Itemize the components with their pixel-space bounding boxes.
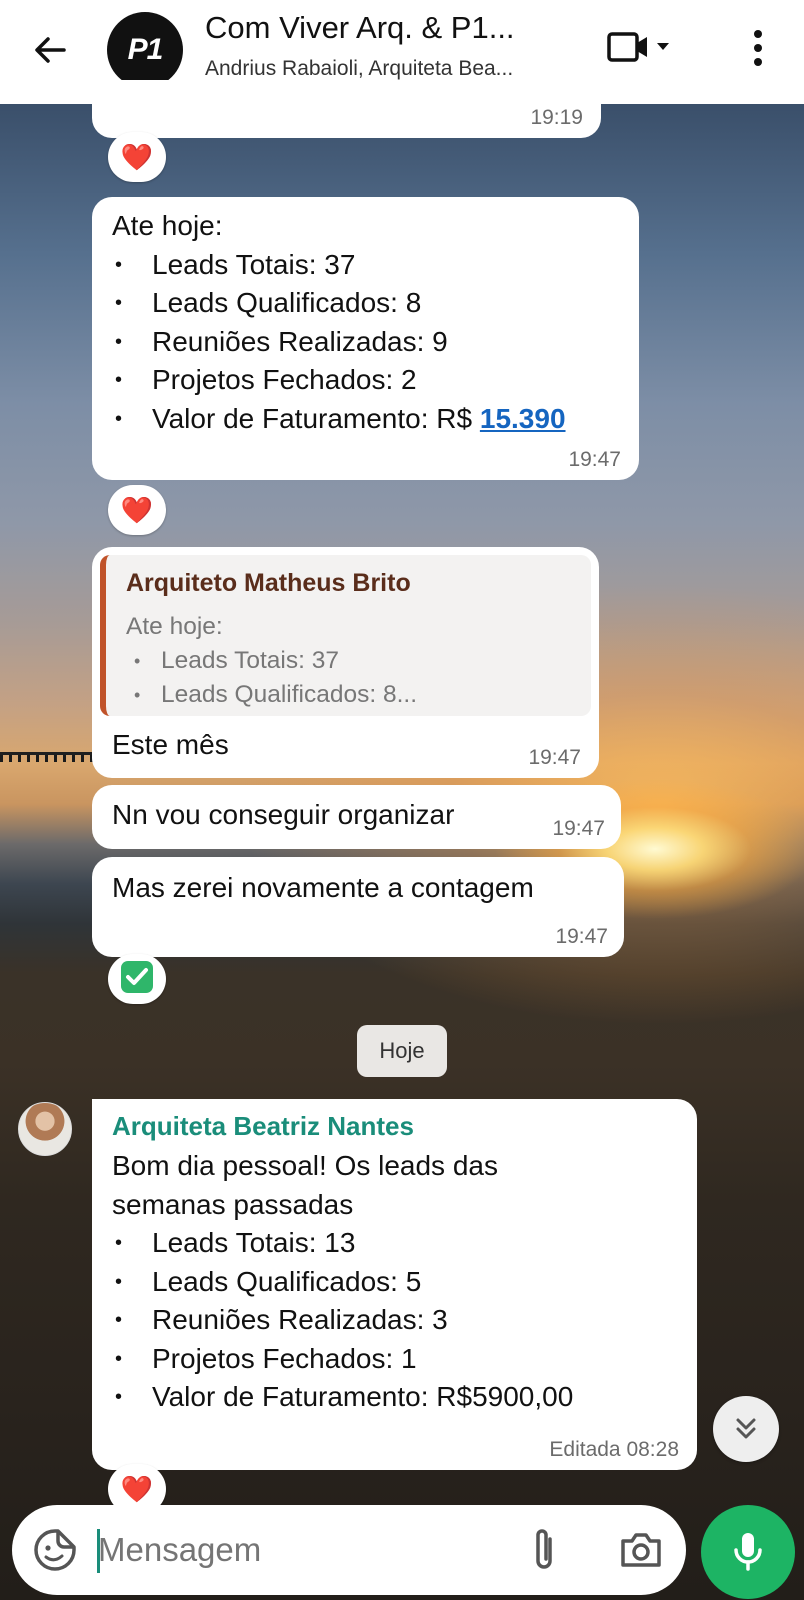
message-time: Editada 08:28 (549, 1438, 679, 1461)
list-item: Leads Qualificados: 8 (112, 284, 619, 323)
quoted-list-item: Leads Totais: 37 (126, 644, 591, 678)
list-item: Reuniões Realizadas: 3 (112, 1301, 677, 1340)
message-bubble[interactable]: Nn vou conseguir organizar 19:47 (92, 785, 621, 849)
quoted-text: Ate hoje: Leads Totais: 37 Leads Qualifi… (126, 610, 591, 712)
double-chevron-down-icon (736, 1418, 756, 1439)
message-reaction[interactable] (108, 954, 166, 1004)
more-options-icon[interactable] (744, 26, 772, 70)
camera-icon[interactable] (618, 1527, 664, 1573)
day-separator: Hoje (357, 1025, 447, 1077)
microphone-icon (734, 1533, 762, 1571)
group-avatar-logo: P1 (127, 33, 164, 66)
message-time: 19:19 (530, 106, 583, 129)
quoted-author: Arquiteto Matheus Brito (126, 569, 411, 597)
message-bubble[interactable]: Arquiteto Matheus Brito Ate hoje: Leads … (92, 547, 599, 778)
message-list: Leads Totais: 13 Leads Qualificados: 5 R… (112, 1224, 677, 1417)
message-bubble[interactable]: 19:19 (92, 80, 601, 138)
message-time: 19:47 (552, 817, 605, 840)
message-bubble[interactable]: Ate hoje: Leads Totais: 37 Leads Qualifi… (92, 197, 639, 480)
paperclip-icon[interactable] (524, 1525, 564, 1575)
microphone-button[interactable] (701, 1505, 795, 1599)
quoted-list-item: Leads Qualificados: 8... (126, 678, 591, 712)
message-text: Bom dia pessoal! Os leads das (112, 1150, 498, 1181)
back-arrow-icon[interactable] (28, 28, 72, 72)
quoted-list: Leads Totais: 37 Leads Qualificados: 8..… (126, 644, 591, 712)
chat-subtitle[interactable]: Andrius Rabaioli, Arquiteta Bea... (205, 57, 575, 81)
message-text: Este mês (112, 729, 229, 760)
message-text: Mas zerei novamente a contagem (112, 872, 534, 903)
check-mark-icon (120, 960, 154, 999)
list-item: Valor de Faturamento: R$5900,00 (112, 1378, 677, 1417)
video-call-button[interactable] (606, 28, 686, 68)
message-time: 19:47 (568, 448, 621, 471)
sender-name[interactable]: Arquiteta Beatriz Nantes (112, 1109, 677, 1143)
message-reaction[interactable]: ❤️ (108, 485, 166, 535)
message-bubble[interactable]: Mas zerei novamente a contagem 19:47 (92, 857, 624, 957)
sticker-icon[interactable] (32, 1527, 78, 1573)
quoted-message[interactable]: Arquiteto Matheus Brito Ate hoje: Leads … (100, 555, 591, 716)
list-item-text: Valor de Faturamento: R$ (152, 402, 480, 434)
message-text: semanas passadas (112, 1188, 354, 1220)
heart-icon: ❤️ (120, 1473, 154, 1504)
scroll-to-bottom-button[interactable] (713, 1396, 779, 1462)
sender-avatar[interactable] (18, 1102, 72, 1156)
heart-icon: ❤️ (120, 494, 154, 525)
message-time: 19:47 (555, 925, 608, 948)
chat-title[interactable]: Com Viver Arq. & P1... (205, 10, 565, 46)
group-avatar[interactable]: P1 (107, 12, 183, 88)
list-item: Leads Totais: 37 (112, 246, 619, 285)
heart-icon: ❤️ (120, 141, 154, 172)
phone-number-link[interactable]: 15.390 (480, 403, 566, 434)
quoted-intro: Ate hoje: (126, 613, 223, 640)
message-input[interactable] (98, 1521, 478, 1579)
video-camera-icon (607, 32, 669, 62)
message-list: Leads Totais: 37 Leads Qualificados: 8 R… (112, 246, 619, 439)
list-item: Projetos Fechados: 2 (112, 361, 619, 400)
list-item: Valor de Faturamento: R$ 15.390 (112, 400, 619, 439)
message-input-bar (12, 1505, 686, 1595)
message-bubble-incoming[interactable]: Arquiteta Beatriz Nantes Bom dia pessoal… (92, 1099, 697, 1470)
list-item: Leads Qualificados: 5 (112, 1263, 677, 1302)
list-item: Projetos Fechados: 1 (112, 1340, 677, 1379)
list-item: Leads Totais: 13 (112, 1224, 677, 1263)
message-text: Ate hoje: (112, 210, 223, 241)
message-reaction[interactable]: ❤️ (108, 132, 166, 182)
message-text: Nn vou conseguir organizar (112, 799, 455, 830)
list-item: Reuniões Realizadas: 9 (112, 323, 619, 362)
message-time: 19:47 (528, 746, 581, 769)
